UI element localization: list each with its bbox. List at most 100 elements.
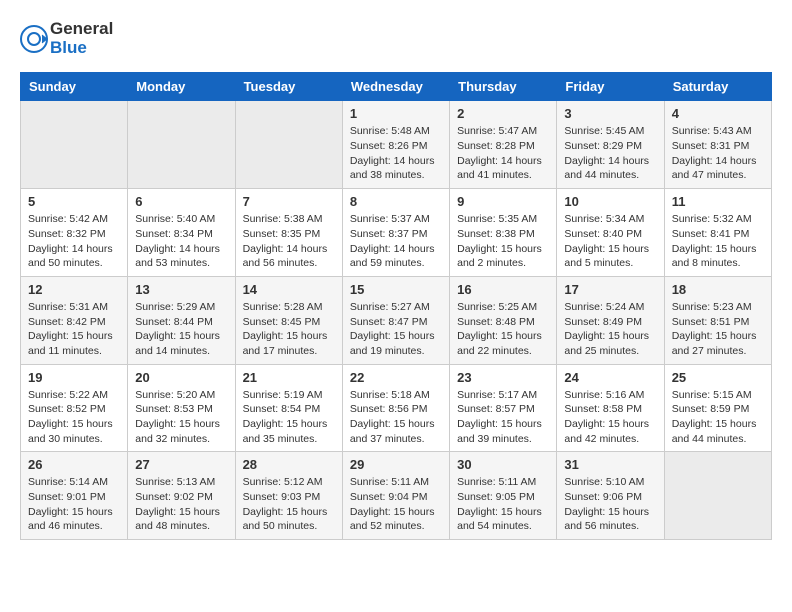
calendar-day-26: 26Sunrise: 5:14 AM Sunset: 9:01 PM Dayli… [21, 452, 128, 540]
day-info: Sunrise: 5:31 AM Sunset: 8:42 PM Dayligh… [28, 300, 120, 359]
day-info: Sunrise: 5:38 AM Sunset: 8:35 PM Dayligh… [243, 212, 335, 271]
day-number: 2 [457, 106, 549, 121]
day-number: 25 [672, 370, 764, 385]
day-number: 26 [28, 457, 120, 472]
calendar-day-1: 1Sunrise: 5:48 AM Sunset: 8:26 PM Daylig… [342, 101, 449, 189]
calendar-day-29: 29Sunrise: 5:11 AM Sunset: 9:04 PM Dayli… [342, 452, 449, 540]
day-number: 8 [350, 194, 442, 209]
calendar-day-2: 2 Sunrise: 5:47 AM Sunset: 8:28 PM Daylig… [450, 101, 557, 189]
day-number: 18 [672, 282, 764, 297]
day-number: 14 [243, 282, 335, 297]
weekday-header-monday: Monday [128, 73, 235, 101]
calendar-day-16: 16 Sunrise: 5:25 AM Sunset: 8:48 PM Dayli… [450, 276, 557, 364]
day-number: 24 [564, 370, 656, 385]
calendar-day-10: 10 Sunrise: 5:34 AM Sunset: 8:40 PM Dayli… [557, 189, 664, 277]
calendar-table: SundayMondayTuesdayWednesdayThursdayFrid… [20, 72, 772, 540]
calendar-week-row: 26Sunrise: 5:14 AM Sunset: 9:01 PM Dayli… [21, 452, 772, 540]
calendar-day-27: 27 Sunrise: 5:13 AM Sunset: 9:02 PM Dayli… [128, 452, 235, 540]
day-info: Sunrise: 5:10 AM Sunset: 9:06 PM Dayligh… [564, 475, 656, 534]
day-info: Sunrise: 5:12 AM Sunset: 9:03 PM Dayligh… [243, 475, 335, 534]
day-info: Sunrise: 5:27 AM Sunset: 8:47 PM Dayligh… [350, 300, 442, 359]
calendar-day-15: 15 Sunrise: 5:27 AM Sunset: 8:47 PM Dayli… [342, 276, 449, 364]
day-info: Sunrise: 5:45 AM Sunset: 8:29 PM Dayligh… [564, 124, 656, 183]
calendar-day-19: 19 Sunrise: 5:22 AM Sunset: 8:52 PM Dayli… [21, 364, 128, 452]
calendar-empty-cell [128, 101, 235, 189]
calendar-day-28: 28 Sunrise: 5:12 AM Sunset: 9:03 PM Dayli… [235, 452, 342, 540]
weekday-header-saturday: Saturday [664, 73, 771, 101]
day-info: Sunrise: 5:25 AM Sunset: 8:48 PM Dayligh… [457, 300, 549, 359]
weekday-header-friday: Friday [557, 73, 664, 101]
day-number: 21 [243, 370, 335, 385]
weekday-header-sunday: Sunday [21, 73, 128, 101]
calendar-empty-cell [235, 101, 342, 189]
day-info: Sunrise: 5:43 AM Sunset: 8:31 PM Dayligh… [672, 124, 764, 183]
calendar-week-row: 19 Sunrise: 5:22 AM Sunset: 8:52 PM Dayli… [21, 364, 772, 452]
weekday-header-wednesday: Wednesday [342, 73, 449, 101]
day-number: 27 [135, 457, 227, 472]
day-number: 7 [243, 194, 335, 209]
calendar-day-9: 9Sunrise: 5:35 AM Sunset: 8:38 PM Daylig… [450, 189, 557, 277]
day-info: Sunrise: 5:29 AM Sunset: 8:44 PM Dayligh… [135, 300, 227, 359]
day-number: 28 [243, 457, 335, 472]
calendar-day-17: 17Sunrise: 5:24 AM Sunset: 8:49 PM Dayli… [557, 276, 664, 364]
day-info: Sunrise: 5:47 AM Sunset: 8:28 PM Dayligh… [457, 124, 549, 183]
weekday-header-tuesday: Tuesday [235, 73, 342, 101]
calendar-day-12: 12 Sunrise: 5:31 AM Sunset: 8:42 PM Dayli… [21, 276, 128, 364]
day-info: Sunrise: 5:37 AM Sunset: 8:37 PM Dayligh… [350, 212, 442, 271]
calendar-day-23: 23 Sunrise: 5:17 AM Sunset: 8:57 PM Dayli… [450, 364, 557, 452]
calendar-empty-cell [21, 101, 128, 189]
day-number: 30 [457, 457, 549, 472]
logo-general-text: General [50, 20, 113, 39]
day-number: 10 [564, 194, 656, 209]
calendar-week-row: 5 Sunrise: 5:42 AM Sunset: 8:32 PM Daylig… [21, 189, 772, 277]
calendar-day-25: 25 Sunrise: 5:15 AM Sunset: 8:59 PM Dayli… [664, 364, 771, 452]
day-info: Sunrise: 5:32 AM Sunset: 8:41 PM Dayligh… [672, 212, 764, 271]
day-info: Sunrise: 5:17 AM Sunset: 8:57 PM Dayligh… [457, 388, 549, 447]
calendar-day-30: 30 Sunrise: 5:11 AM Sunset: 9:05 PM Dayli… [450, 452, 557, 540]
day-number: 23 [457, 370, 549, 385]
calendar-day-31: 31 Sunrise: 5:10 AM Sunset: 9:06 PM Dayli… [557, 452, 664, 540]
logo-flag-icon [20, 25, 48, 53]
day-number: 19 [28, 370, 120, 385]
day-number: 5 [28, 194, 120, 209]
calendar-day-8: 8 Sunrise: 5:37 AM Sunset: 8:37 PM Daylig… [342, 189, 449, 277]
day-number: 17 [564, 282, 656, 297]
day-info: Sunrise: 5:22 AM Sunset: 8:52 PM Dayligh… [28, 388, 120, 447]
day-info: Sunrise: 5:35 AM Sunset: 8:38 PM Dayligh… [457, 212, 549, 271]
calendar-day-7: 7 Sunrise: 5:38 AM Sunset: 8:35 PM Daylig… [235, 189, 342, 277]
logo-wordmark: General Blue [20, 20, 113, 57]
day-number: 12 [28, 282, 120, 297]
calendar-day-21: 21 Sunrise: 5:19 AM Sunset: 8:54 PM Dayli… [235, 364, 342, 452]
day-info: Sunrise: 5:15 AM Sunset: 8:59 PM Dayligh… [672, 388, 764, 447]
day-info: Sunrise: 5:28 AM Sunset: 8:45 PM Dayligh… [243, 300, 335, 359]
calendar-day-14: 14 Sunrise: 5:28 AM Sunset: 8:45 PM Dayli… [235, 276, 342, 364]
day-info: Sunrise: 5:13 AM Sunset: 9:02 PM Dayligh… [135, 475, 227, 534]
day-number: 22 [350, 370, 442, 385]
day-info: Sunrise: 5:19 AM Sunset: 8:54 PM Dayligh… [243, 388, 335, 447]
day-info: Sunrise: 5:34 AM Sunset: 8:40 PM Dayligh… [564, 212, 656, 271]
day-info: Sunrise: 5:48 AM Sunset: 8:26 PM Dayligh… [350, 124, 442, 183]
day-number: 3 [564, 106, 656, 121]
weekday-header-row: SundayMondayTuesdayWednesdayThursdayFrid… [21, 73, 772, 101]
day-info: Sunrise: 5:11 AM Sunset: 9:04 PM Dayligh… [350, 475, 442, 534]
day-number: 15 [350, 282, 442, 297]
day-info: Sunrise: 5:42 AM Sunset: 8:32 PM Dayligh… [28, 212, 120, 271]
day-number: 16 [457, 282, 549, 297]
calendar-day-22: 22Sunrise: 5:18 AM Sunset: 8:56 PM Dayli… [342, 364, 449, 452]
calendar-day-4: 4 Sunrise: 5:43 AM Sunset: 8:31 PM Daylig… [664, 101, 771, 189]
day-number: 13 [135, 282, 227, 297]
calendar-day-5: 5 Sunrise: 5:42 AM Sunset: 8:32 PM Daylig… [21, 189, 128, 277]
calendar-day-18: 18 Sunrise: 5:23 AM Sunset: 8:51 PM Dayli… [664, 276, 771, 364]
day-number: 31 [564, 457, 656, 472]
calendar-day-3: 3 Sunrise: 5:45 AM Sunset: 8:29 PM Daylig… [557, 101, 664, 189]
calendar-day-13: 13 Sunrise: 5:29 AM Sunset: 8:44 PM Dayli… [128, 276, 235, 364]
day-number: 4 [672, 106, 764, 121]
day-info: Sunrise: 5:20 AM Sunset: 8:53 PM Dayligh… [135, 388, 227, 447]
weekday-header-thursday: Thursday [450, 73, 557, 101]
calendar-empty-cell [664, 452, 771, 540]
day-info: Sunrise: 5:23 AM Sunset: 8:51 PM Dayligh… [672, 300, 764, 359]
day-number: 11 [672, 194, 764, 209]
day-number: 20 [135, 370, 227, 385]
day-info: Sunrise: 5:11 AM Sunset: 9:05 PM Dayligh… [457, 475, 549, 534]
day-number: 6 [135, 194, 227, 209]
